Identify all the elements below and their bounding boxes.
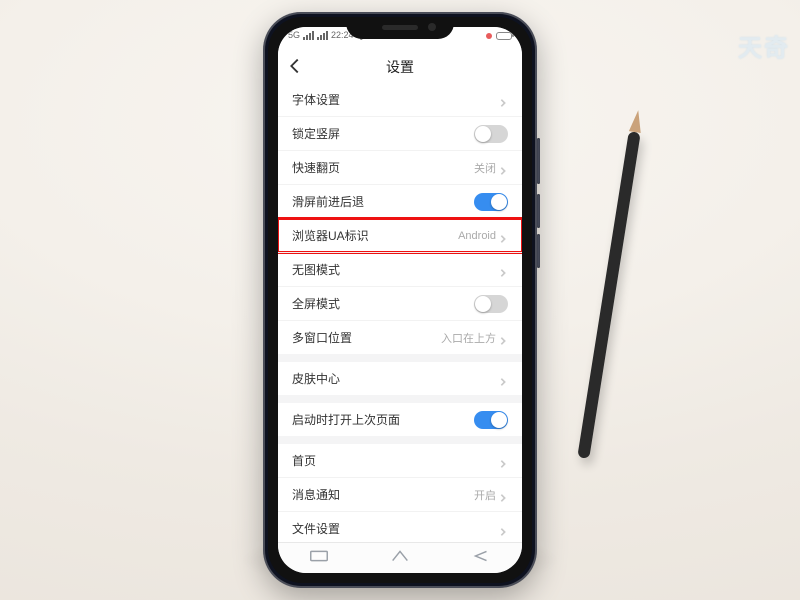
- row-label: 快速翻页: [292, 159, 474, 176]
- row-value: 入口在上方: [441, 330, 496, 346]
- settings-row-restore[interactable]: 启动时打开上次页面: [278, 403, 522, 436]
- screen: 5G 22:24 Q 设置 字体设置锁定: [278, 27, 522, 573]
- chevron-right-icon: [498, 524, 508, 534]
- phone-frame: 5G 22:24 Q 设置 字体设置锁定: [263, 12, 537, 588]
- settings-list[interactable]: 字体设置锁定竖屏快速翻页关闭滑屏前进后退浏览器UA标识Android无图模式全屏…: [278, 83, 522, 543]
- settings-row-multiwin[interactable]: 多窗口位置入口在上方: [278, 320, 522, 354]
- row-label: 皮肤中心: [292, 370, 498, 387]
- page-title: 设置: [278, 57, 522, 77]
- settings-row-notify[interactable]: 消息通知开启: [278, 477, 522, 511]
- toggle-fullscreen[interactable]: [474, 295, 508, 313]
- signal-icon-2: [317, 31, 328, 40]
- signal-icon: [303, 31, 314, 40]
- settings-row-font[interactable]: 字体设置: [278, 83, 522, 116]
- display-notch: [346, 17, 454, 39]
- carrier-icon: 5G: [288, 30, 300, 40]
- volume-down-button: [537, 234, 540, 268]
- toggle-restore[interactable]: [474, 411, 508, 429]
- chevron-right-icon: [498, 95, 508, 105]
- row-label: 锁定竖屏: [292, 125, 474, 142]
- row-label: 滑屏前进后退: [292, 193, 474, 210]
- settings-row-swipe[interactable]: 滑屏前进后退: [278, 184, 522, 218]
- row-value: Android: [458, 230, 496, 242]
- settings-row-home[interactable]: 首页: [278, 444, 522, 477]
- row-label: 首页: [292, 452, 498, 469]
- nav-home-button[interactable]: [389, 548, 411, 569]
- toggle-swipe[interactable]: [474, 193, 508, 211]
- settings-row-ua[interactable]: 浏览器UA标识Android: [278, 218, 522, 252]
- chevron-right-icon: [498, 231, 508, 241]
- chevron-right-icon: [498, 163, 508, 173]
- header: 设置: [278, 49, 522, 84]
- nav-recent-button[interactable]: [308, 548, 330, 569]
- toggle-lock[interactable]: [474, 125, 508, 143]
- watermark: 天奇: [738, 28, 790, 63]
- row-label: 消息通知: [292, 486, 474, 503]
- chevron-right-icon: [498, 265, 508, 275]
- chevron-right-icon: [498, 333, 508, 343]
- battery-icon: [496, 32, 512, 40]
- settings-group: 启动时打开上次页面: [278, 403, 522, 436]
- row-label: 启动时打开上次页面: [292, 411, 474, 428]
- settings-row-skin[interactable]: 皮肤中心: [278, 362, 522, 395]
- chevron-right-icon: [498, 490, 508, 500]
- row-label: 字体设置: [292, 91, 498, 108]
- nav-back-button[interactable]: [470, 548, 492, 569]
- power-button: [537, 138, 540, 184]
- row-label: 无图模式: [292, 261, 498, 278]
- row-label: 全屏模式: [292, 295, 474, 312]
- settings-group: 首页消息通知开启文件设置: [278, 444, 522, 543]
- row-label: 文件设置: [292, 520, 498, 537]
- settings-row-files[interactable]: 文件设置: [278, 511, 522, 543]
- row-label: 浏览器UA标识: [292, 227, 458, 244]
- settings-group: 皮肤中心: [278, 362, 522, 395]
- recording-indicator-icon: [486, 33, 492, 39]
- settings-row-fullscreen[interactable]: 全屏模式: [278, 286, 522, 320]
- row-value: 开启: [474, 487, 496, 503]
- settings-row-lock[interactable]: 锁定竖屏: [278, 116, 522, 150]
- row-value: 关闭: [474, 160, 496, 176]
- system-nav-bar: [278, 542, 522, 573]
- settings-group: 字体设置锁定竖屏快速翻页关闭滑屏前进后退浏览器UA标识Android无图模式全屏…: [278, 83, 522, 354]
- volume-up-button: [537, 194, 540, 228]
- settings-row-noimg[interactable]: 无图模式: [278, 252, 522, 286]
- settings-row-fastpage[interactable]: 快速翻页关闭: [278, 150, 522, 184]
- chevron-right-icon: [498, 374, 508, 384]
- row-label: 多窗口位置: [292, 329, 441, 346]
- chevron-right-icon: [498, 456, 508, 466]
